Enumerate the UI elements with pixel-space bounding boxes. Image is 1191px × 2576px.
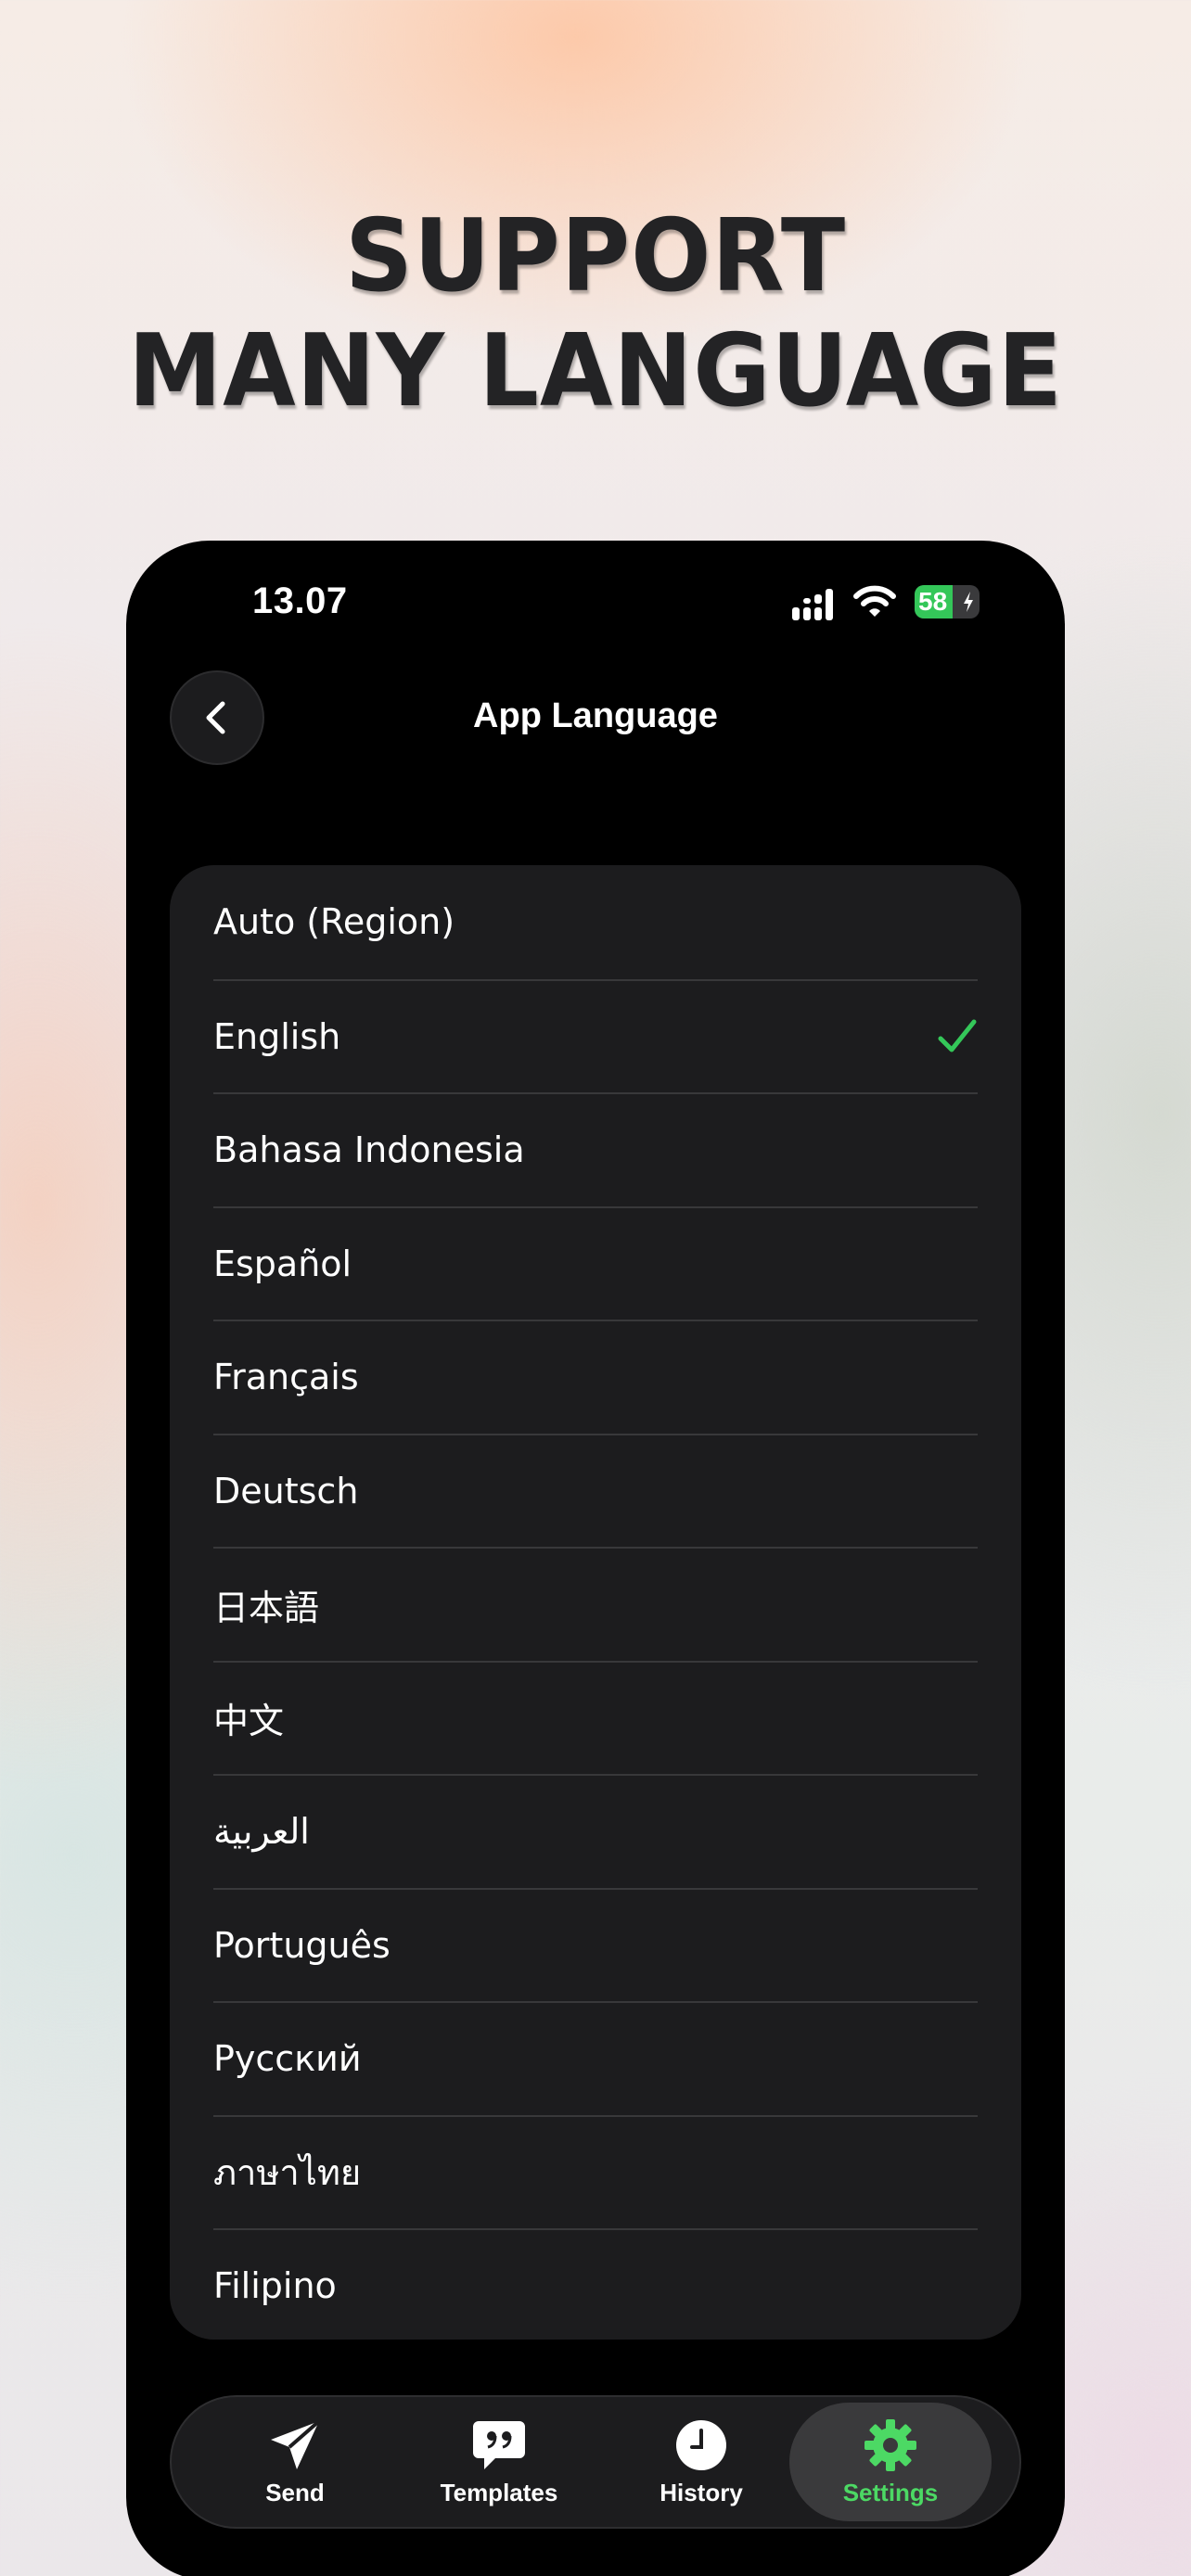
language-option-label: Русский [213,2038,362,2079]
tab-history-label: History [660,2478,743,2506]
language-option-label: Deutsch [213,1470,359,1511]
language-option[interactable]: Filipino [213,2228,978,2340]
tab-settings-label: Settings [842,2478,939,2506]
page-title: App Language [473,696,718,735]
cellular-signal-icon [792,589,842,620]
phone-screen: 13.07 58 App Language Auto (Region) Engli… [126,541,1065,2576]
language-option[interactable]: 日本語 [213,1547,978,1660]
tab-history[interactable]: History [600,2397,802,2527]
paper-plane-icon [271,2418,321,2469]
language-option[interactable]: Auto (Region) [213,865,978,978]
headline: SUPPORT MANY LANGUAGE [36,199,1156,429]
quote-bubble-icon [473,2420,525,2469]
language-option[interactable]: Español [213,1205,978,1320]
language-option[interactable]: Русский [213,2001,978,2114]
language-option-label: Filipino [213,2265,337,2306]
tab-send[interactable]: Send [194,2397,396,2527]
tab-bar: Send Templates History Settings [170,2395,1021,2529]
charging-bolt-icon [964,592,973,612]
headline-line-1: SUPPORT [344,198,847,314]
language-option-label: 日本語 [213,1587,320,1628]
headline-line-2: MANY LANGUAGE [128,313,1063,429]
tab-templates[interactable]: Templates [398,2397,600,2527]
language-list: Auto (Region) English Bahasa Indonesia Espa… [170,865,1021,2340]
battery-percentage: 58 [918,587,948,616]
tab-templates-label: Templates [440,2478,558,2506]
language-option-label: ภาษาไทย [213,2152,362,2193]
language-option-label: 中文 [213,1701,285,1741]
checkmark-icon [938,1019,977,1052]
tab-settings[interactable]: Settings [789,2403,992,2521]
wifi-icon [853,585,896,617]
battery-icon: 58 [915,585,980,618]
language-option[interactable]: العربية [213,1774,978,1887]
language-option[interactable]: Bahasa Indonesia [213,1092,978,1205]
status-time: 13.07 [252,580,348,621]
language-option-label: Auto (Region) [213,901,455,942]
language-option-label: Português [213,1924,391,1966]
language-option[interactable]: Português [213,1887,978,2001]
language-option[interactable]: 中文 [213,1660,978,1774]
language-option-label: English [213,1015,341,1057]
language-option-label: Bahasa Indonesia [213,1129,525,1170]
language-option[interactable]: ภาษาไทย [213,2114,978,2228]
language-option[interactable]: Français [213,1320,978,1433]
gear-icon [864,2418,916,2471]
language-option-label: Español [213,1243,352,1284]
language-option[interactable]: English [213,978,978,1092]
language-option-label: Français [213,1357,359,1397]
language-option[interactable]: Deutsch [213,1433,978,1547]
clock-icon [676,2419,726,2470]
language-option-label: العربية [213,1811,310,1852]
tab-send-label: Send [265,2478,325,2506]
